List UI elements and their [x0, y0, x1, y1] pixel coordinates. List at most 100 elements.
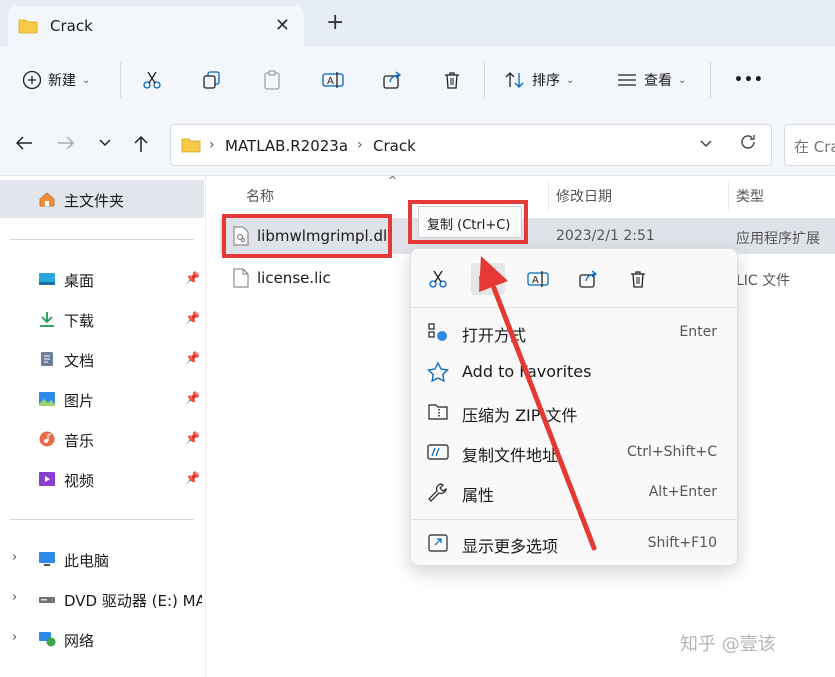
sort-button[interactable]: 排序 ⌄ — [504, 66, 574, 94]
video-icon — [39, 472, 55, 486]
search-input[interactable]: 在 Crack — [784, 124, 835, 166]
clipboard-icon — [264, 70, 280, 90]
chevron-down-icon: ⌄ — [678, 74, 687, 86]
wrench-icon — [428, 483, 447, 502]
expand-chevron-icon[interactable]: › — [12, 550, 17, 565]
menu-copy-button[interactable] — [471, 263, 505, 295]
dvd-drive-icon — [39, 597, 55, 603]
view-button[interactable]: 查看 ⌄ — [616, 66, 686, 94]
trash-icon — [445, 72, 459, 89]
copy-path-icon — [427, 444, 449, 460]
copy-tooltip: 复制 (Ctrl+C) — [418, 206, 522, 238]
copy-icon — [203, 71, 220, 89]
column-divider[interactable] — [728, 182, 729, 210]
view-icon — [618, 74, 636, 86]
menu-share-button[interactable] — [571, 263, 605, 295]
close-tab-icon[interactable]: ✕ — [275, 15, 290, 36]
scissors-icon — [429, 270, 447, 288]
forward-button[interactable] — [56, 134, 76, 157]
sidebar-label: DVD 驱动器 (E:) MATLAB — [64, 592, 202, 610]
expand-chevron-icon[interactable]: › — [12, 590, 17, 605]
sidebar-item-documents[interactable]: 文档 📌 — [0, 340, 204, 378]
sort-icon — [505, 72, 524, 88]
chevron-down-icon — [700, 140, 712, 148]
file-date: 2023/2/1 2:51 — [556, 228, 655, 244]
sidebar-label: 图片 — [64, 392, 95, 410]
chevron-down-icon — [99, 139, 111, 147]
desktop-icon — [39, 273, 55, 285]
open-with-icon — [428, 323, 447, 341]
download-icon — [40, 312, 54, 327]
menu-item-shortcut: Shift+F10 — [647, 535, 717, 551]
paste-button[interactable] — [262, 66, 282, 94]
breadcrumb-separator: › — [357, 137, 363, 153]
menu-item-copy-path[interactable]: 复制文件地址 Ctrl+Shift+C — [411, 433, 737, 471]
chevron-down-icon: ⌄ — [82, 74, 91, 86]
copy-button[interactable] — [202, 66, 222, 94]
menu-item-label: Add to Favorites — [462, 362, 592, 381]
menu-cut-button[interactable] — [421, 263, 455, 295]
tab-strip: Crack ✕ + — [0, 0, 835, 46]
tab-title: Crack — [50, 17, 93, 35]
column-divider[interactable] — [548, 182, 549, 210]
rename-button[interactable]: A — [322, 66, 344, 94]
new-tab-button[interactable]: + — [326, 12, 344, 34]
toolbar-divider — [710, 62, 711, 98]
more-options-button[interactable]: ••• — [734, 66, 764, 94]
pin-icon: 📌 — [185, 271, 200, 285]
search-placeholder: 在 Crack — [794, 138, 835, 156]
sidebar-item-videos[interactable]: 视频 📌 — [0, 460, 204, 498]
menu-item-compress-zip[interactable]: 压缩为 ZIP 文件 — [411, 393, 737, 431]
menu-item-add-to-favorites[interactable]: Add to Favorites — [411, 353, 737, 391]
back-button[interactable] — [14, 134, 34, 157]
up-button[interactable] — [132, 134, 150, 159]
column-header-date[interactable]: 修改日期 — [556, 186, 612, 206]
column-header-name[interactable]: 名称 — [246, 186, 274, 206]
navigation-pane: 主文件夹 桌面 📌 下载 📌 文档 📌 图片 📌 音乐 📌 视频 📌 › 此电脑… — [0, 176, 206, 677]
expand-chevron-icon[interactable]: › — [12, 630, 17, 645]
menu-item-shortcut: Enter — [679, 324, 717, 340]
sidebar-item-home[interactable]: 主文件夹 — [0, 180, 204, 218]
sidebar-item-desktop[interactable]: 桌面 📌 — [0, 260, 204, 298]
command-bar: 新建 ⌄ A 排序 ⌄ 查看 ⌄ ••• — [0, 46, 835, 114]
sidebar-item-network[interactable]: › 网络 — [0, 620, 204, 658]
menu-rename-button[interactable]: A — [521, 263, 555, 295]
recent-locations-button[interactable] — [98, 134, 112, 157]
sidebar-item-pictures[interactable]: 图片 📌 — [0, 380, 204, 418]
zip-folder-icon — [428, 404, 448, 420]
sidebar-item-music[interactable]: 音乐 📌 — [0, 420, 204, 458]
sidebar-label: 桌面 — [64, 272, 95, 290]
menu-item-label: 压缩为 ZIP 文件 — [462, 406, 578, 425]
arrow-up-icon — [134, 135, 148, 152]
menu-delete-button[interactable] — [621, 263, 655, 295]
menu-item-properties[interactable]: 属性 Alt+Enter — [411, 473, 737, 511]
menu-item-show-more-options[interactable]: 显示更多选项 Shift+F10 — [411, 524, 737, 562]
refresh-button[interactable] — [739, 133, 757, 156]
expand-icon — [428, 534, 448, 552]
watermark: 知乎 @壹该 — [680, 634, 776, 655]
svg-text:A: A — [532, 275, 539, 286]
sidebar-label: 网络 — [64, 632, 95, 650]
column-header-type[interactable]: 类型 — [736, 186, 764, 206]
share-button[interactable] — [382, 66, 402, 94]
address-bar[interactable]: › MATLAB.R2023a › Crack — [170, 124, 772, 166]
menu-divider — [411, 519, 737, 520]
navigation-bar: › MATLAB.R2023a › Crack 在 Crack — [0, 114, 835, 176]
new-button[interactable]: 新建 ⌄ — [22, 66, 90, 94]
breadcrumb-crack[interactable]: Crack — [373, 137, 416, 155]
sidebar-item-downloads[interactable]: 下载 📌 — [0, 300, 204, 338]
cut-button[interactable] — [142, 66, 162, 94]
sidebar-item-dvd-drive[interactable]: › DVD 驱动器 (E:) MATLAB — [0, 580, 204, 618]
breadcrumb-separator: › — [209, 137, 215, 153]
sidebar-item-this-pc[interactable]: › 此电脑 — [0, 540, 204, 578]
tab-crack[interactable]: Crack ✕ — [8, 6, 304, 46]
sidebar-divider — [10, 239, 194, 240]
file-name: license.lic — [257, 269, 331, 287]
toolbar-divider — [484, 62, 485, 98]
delete-button[interactable] — [442, 66, 462, 94]
address-history-button[interactable] — [699, 135, 713, 157]
menu-item-open-with[interactable]: 打开方式 Enter — [411, 313, 737, 351]
breadcrumb-matlab[interactable]: MATLAB.R2023a — [225, 137, 348, 155]
file-icon — [233, 268, 249, 288]
toolbar-divider — [120, 62, 121, 98]
